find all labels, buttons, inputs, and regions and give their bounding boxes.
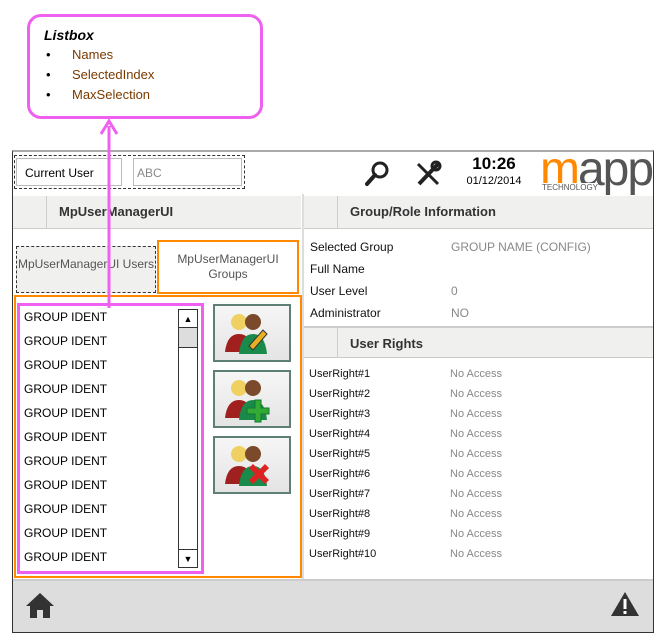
listbox-item[interactable]: GROUP IDENT [24,526,107,540]
user-rights-header: User Rights [304,326,653,358]
search-icon[interactable] [364,160,390,188]
user-right-value: No Access [450,428,502,440]
scroll-down-button[interactable]: ▼ [179,549,197,567]
user-right-label: UserRight#3 [309,408,371,420]
delete-group-button[interactable] [213,436,291,494]
edit-group-icon [225,314,268,354]
field-value: NO [451,306,469,320]
user-right-label: UserRight#6 [309,468,371,480]
current-user-value: ABC [133,158,242,186]
field-value: GROUP NAME (CONFIG) [451,240,591,254]
user-right-value: No Access [450,368,502,380]
divider [302,194,304,579]
add-group-button[interactable] [213,370,291,428]
user-right-value: No Access [450,448,502,460]
right-section-header: Group/Role Information [304,196,653,229]
add-group-icon [225,380,270,423]
user-right-label: UserRight#4 [309,428,371,440]
user-right-label: UserRight#9 [309,528,371,540]
field-label: Selected Group [310,240,394,254]
field-label: User Level [310,284,368,298]
listbox-item[interactable]: GROUP IDENT [24,550,107,564]
user-right-value: No Access [450,408,502,420]
user-right-value: No Access [450,388,502,400]
user-right-label: UserRight#10 [309,548,377,560]
scroll-thumb[interactable] [179,328,197,348]
listbox-item[interactable]: GROUP IDENT [24,430,107,444]
listbox-item[interactable]: GROUP IDENT [24,334,107,348]
left-section-header: MpUserManagerUI [13,196,301,229]
right-section-title: Group/Role Information [350,204,496,219]
warning-icon[interactable] [610,591,640,617]
listbox-item[interactable]: GROUP IDENT [24,406,107,420]
home-icon[interactable] [24,590,56,620]
field-label: Full Name [310,262,365,276]
listbox-item[interactable]: GROUP IDENT [24,358,107,372]
edit-group-button[interactable] [213,304,291,362]
user-right-value: No Access [450,488,502,500]
user-right-label: UserRight#1 [309,368,371,380]
delete-group-icon [225,446,269,486]
logo-subtext: TECHNOLOGY [542,183,599,192]
callout-item: SelectedIndex [44,65,246,85]
listbox-item[interactable]: GROUP IDENT [24,310,107,324]
clock-time: 10:26 [472,154,516,173]
user-rights-title: User Rights [350,336,423,351]
listbox-item[interactable]: GROUP IDENT [24,478,107,492]
user-right-value: No Access [450,548,502,560]
listbox-item[interactable]: GROUP IDENT [24,502,107,516]
wrench-icon[interactable] [414,160,442,188]
clock-date: 01/12/2014 [466,175,522,187]
tab-groups[interactable]: MpUserManagerUI Groups [157,240,299,294]
listbox-item[interactable]: GROUP IDENT [24,382,107,396]
user-right-label: UserRight#5 [309,448,371,460]
listbox-item[interactable]: GROUP IDENT [24,454,107,468]
callout-title: Listbox [44,27,94,43]
user-right-value: No Access [450,468,502,480]
scroll-up-button[interactable]: ▲ [179,310,197,328]
listbox-callout: Listbox Names SelectedIndex MaxSelection [27,14,263,119]
listbox-scrollbar[interactable]: ▲ ▼ [178,309,198,568]
user-right-label: UserRight#7 [309,488,371,500]
user-right-label: UserRight#2 [309,388,371,400]
tab-users[interactable]: MpUserManagerUI Users [16,246,156,293]
callout-arrow [99,118,119,308]
callout-item: Names [44,45,246,65]
user-right-label: UserRight#8 [309,508,371,520]
field-value: 0 [451,284,458,298]
callout-item: MaxSelection [44,85,246,105]
footer-bar [13,579,653,632]
user-right-value: No Access [450,528,502,540]
user-right-value: No Access [450,508,502,520]
field-label: Administrator [310,306,381,320]
